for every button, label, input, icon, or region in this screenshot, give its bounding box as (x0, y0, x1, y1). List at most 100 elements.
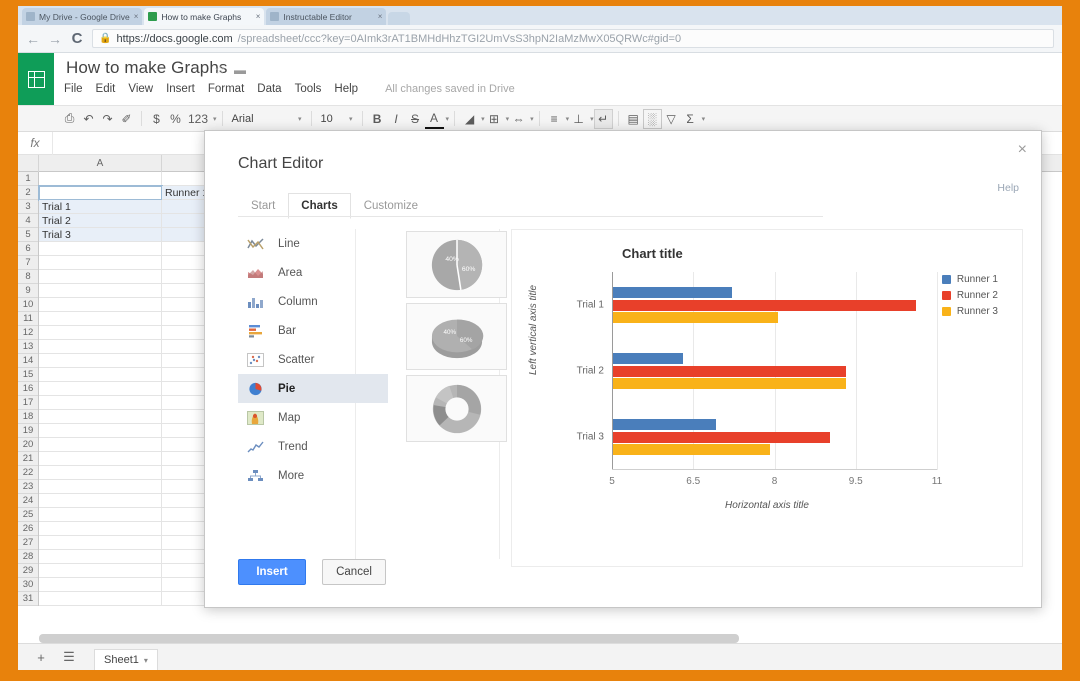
grid-cell-A23[interactable] (39, 480, 162, 494)
grid-cell-A30[interactable] (39, 578, 162, 592)
vertical-align-icon[interactable]: ⊥ (569, 109, 588, 129)
row-header-29[interactable]: 29 (18, 564, 38, 578)
undo-icon[interactable]: ↶ (79, 109, 98, 129)
menu-item-file[interactable]: File (64, 83, 83, 95)
menu-item-help[interactable]: Help (334, 83, 358, 95)
wrap-text-icon[interactable]: ↵ (594, 109, 613, 129)
page-title[interactable]: How to make Graphs (66, 58, 227, 78)
row-header-20[interactable]: 20 (18, 438, 38, 452)
grid-cell-A2[interactable] (39, 186, 162, 200)
borders-icon[interactable]: ⊞ (485, 109, 504, 129)
chart-type-bar[interactable]: Bar (238, 316, 388, 345)
row-header-9[interactable]: 9 (18, 284, 38, 298)
browser-tab-instructable-editor[interactable]: Instructable Editor × (266, 8, 386, 25)
row-header-24[interactable]: 24 (18, 494, 38, 508)
grid-cell-A29[interactable] (39, 564, 162, 578)
chart-type-map[interactable]: Map (238, 403, 388, 432)
forward-arrow-icon[interactable]: → (48, 31, 62, 47)
chart-thumbnail-pie-3d[interactable]: 40% 60% (406, 303, 507, 370)
currency-format-button[interactable]: $ (147, 109, 166, 129)
row-header-15[interactable]: 15 (18, 368, 38, 382)
menu-item-insert[interactable]: Insert (166, 83, 195, 95)
row-header-5[interactable]: 5 (18, 228, 38, 242)
new-tab-button[interactable] (388, 12, 410, 25)
grid-cell-A21[interactable] (39, 452, 162, 466)
chart-type-more[interactable]: More (238, 461, 388, 490)
chevron-down-icon[interactable]: ▾ (144, 656, 148, 665)
chart-type-area[interactable]: Area (238, 258, 388, 287)
row-header-19[interactable]: 19 (18, 424, 38, 438)
help-link[interactable]: Help (997, 182, 1019, 194)
chart-thumbnail-pie-2d[interactable]: 40% 60% (406, 231, 507, 298)
row-header-4[interactable]: 4 (18, 214, 38, 228)
browser-tab-my-drive[interactable]: My Drive - Google Drive × (22, 8, 142, 25)
grid-cell-A25[interactable] (39, 508, 162, 522)
chart-icon[interactable]: ░ (643, 109, 662, 129)
row-header-17[interactable]: 17 (18, 396, 38, 410)
grid-cell-A15[interactable] (39, 368, 162, 382)
number-format-button[interactable]: 123 (185, 109, 211, 129)
grid-cell-A31[interactable] (39, 592, 162, 606)
close-icon[interactable]: × (378, 12, 383, 21)
grid-cell-A26[interactable] (39, 522, 162, 536)
bold-button[interactable]: B (368, 109, 387, 129)
url-input[interactable]: 🔒 https://docs.google.com/spreadsheet/cc… (92, 29, 1054, 48)
row-header-21[interactable]: 21 (18, 452, 38, 466)
row-header-26[interactable]: 26 (18, 522, 38, 536)
insert-button[interactable]: Insert (238, 559, 306, 585)
row-header-28[interactable]: 28 (18, 550, 38, 564)
chevron-down-icon[interactable]: ▾ (702, 115, 706, 123)
cancel-button[interactable]: Cancel (322, 559, 386, 585)
horizontal-align-icon[interactable]: ≡ (545, 109, 564, 129)
grid-cell-A19[interactable] (39, 424, 162, 438)
row-header-13[interactable]: 13 (18, 340, 38, 354)
row-header-30[interactable]: 30 (18, 578, 38, 592)
row-header-16[interactable]: 16 (18, 382, 38, 396)
grid-cell-A12[interactable] (39, 326, 162, 340)
grid-cell-A27[interactable] (39, 536, 162, 550)
chart-thumbnail-donut[interactable] (406, 375, 507, 442)
row-header-3[interactable]: 3 (18, 200, 38, 214)
close-icon[interactable]: × (134, 12, 139, 21)
grid-cell-A28[interactable] (39, 550, 162, 564)
italic-button[interactable]: I (387, 109, 406, 129)
fill-color-icon[interactable]: ◢ (460, 109, 479, 129)
row-header-7[interactable]: 7 (18, 256, 38, 270)
add-sheet-icon[interactable]: + (30, 648, 52, 667)
grid-cell-A14[interactable] (39, 354, 162, 368)
print-icon[interactable]: ⎙ (60, 109, 79, 129)
row-header-31[interactable]: 31 (18, 592, 38, 606)
font-family-select[interactable]: Arial ▾ (228, 109, 306, 129)
chart-type-column[interactable]: Column (238, 287, 388, 316)
filter-icon[interactable]: ▽ (662, 109, 681, 129)
star-icon[interactable]: ☆ (214, 62, 226, 78)
chart-type-line[interactable]: Line (238, 229, 388, 258)
functions-icon[interactable]: Σ (681, 109, 700, 129)
chevron-down-icon[interactable]: ▾ (446, 115, 450, 123)
grid-cell-A7[interactable] (39, 256, 162, 270)
percent-format-button[interactable]: % (166, 109, 185, 129)
row-header-25[interactable]: 25 (18, 508, 38, 522)
folder-icon[interactable]: ▬ (234, 63, 246, 77)
reload-icon[interactable]: C (70, 30, 84, 47)
chevron-down-icon[interactable]: ▾ (530, 115, 534, 123)
grid-cell-A1[interactable] (39, 172, 162, 186)
corner-select-all[interactable] (18, 155, 39, 172)
browser-tab-how-to-make-graphs[interactable]: How to make Graphs × (144, 8, 264, 25)
chart-type-trend[interactable]: Trend (238, 432, 388, 461)
row-header-22[interactable]: 22 (18, 466, 38, 480)
menu-item-tools[interactable]: Tools (295, 83, 322, 95)
row-header-18[interactable]: 18 (18, 410, 38, 424)
chart-type-pie[interactable]: Pie (238, 374, 388, 403)
row-header-8[interactable]: 8 (18, 270, 38, 284)
menu-item-data[interactable]: Data (257, 83, 281, 95)
chart-type-scatter[interactable]: Scatter (238, 345, 388, 374)
menu-item-edit[interactable]: Edit (96, 83, 116, 95)
chevron-down-icon[interactable]: ▾ (213, 115, 217, 123)
horizontal-scrollbar[interactable] (39, 634, 739, 643)
grid-cell-A10[interactable] (39, 298, 162, 312)
row-header-11[interactable]: 11 (18, 312, 38, 326)
close-icon[interactable]: × (256, 12, 261, 21)
row-header-2[interactable]: 2 (18, 186, 38, 200)
row-header-27[interactable]: 27 (18, 536, 38, 550)
